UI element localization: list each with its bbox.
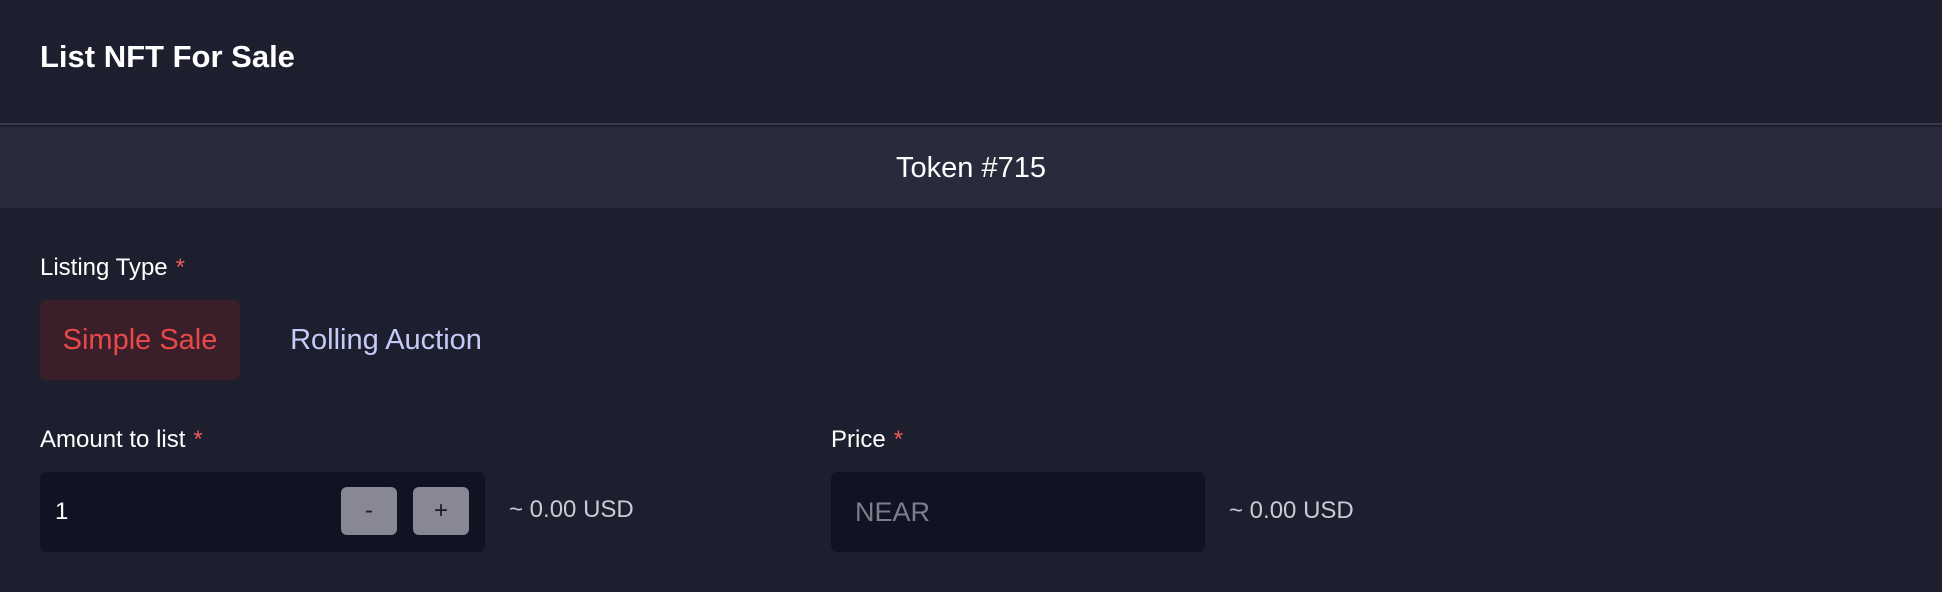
price-usd-estimate: ~ 0.00 USD [1229,497,1354,524]
token-name: Token #715 [896,151,1046,184]
rolling-auction-button[interactable]: Rolling Auction [268,300,504,380]
amount-usd-estimate: ~ 0.00 USD [509,496,634,523]
required-asterisk: * [193,426,203,453]
decrement-button[interactable]: - [341,487,397,535]
price-label-text: Price [831,426,886,453]
increment-button[interactable]: + [413,487,469,535]
token-banner: Token #715 [0,127,1942,208]
page-title: List NFT For Sale [40,39,295,74]
price-label: Price * [831,425,903,455]
amount-label-text: Amount to list [40,426,186,453]
price-input[interactable] [831,472,1205,552]
required-asterisk: * [893,426,904,453]
simple-sale-button[interactable]: Simple Sale [40,300,240,380]
amount-stepper[interactable]: 1 - + [40,472,485,552]
amount-value[interactable]: 1 [55,472,68,552]
required-asterisk: * [175,254,185,281]
amount-to-list-label: Amount to list * [40,425,203,455]
listing-type-label: Listing Type * [40,253,185,283]
modal-header: List NFT For Sale [0,0,1942,125]
listing-type-label-text: Listing Type [40,254,168,281]
